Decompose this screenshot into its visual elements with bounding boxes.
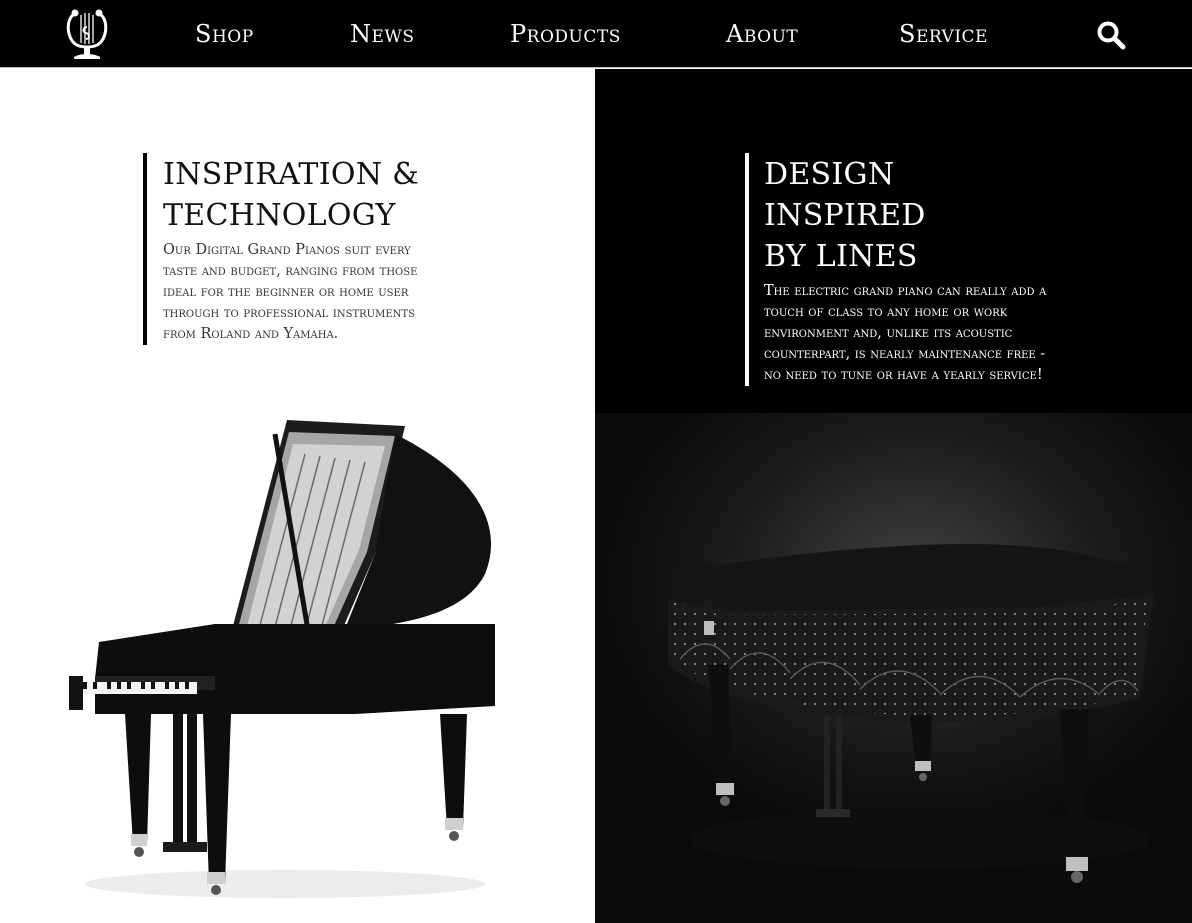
top-navigation: Shop News Products About Service xyxy=(0,0,1192,68)
feature-title-line: BY LINES xyxy=(764,239,918,274)
studded-grand-piano-image xyxy=(668,544,1155,883)
search-icon[interactable] xyxy=(1096,20,1128,50)
feature-title-line: TECHNOLOGY xyxy=(163,198,396,233)
feature-description: The electric grand piano can really add … xyxy=(764,283,1047,383)
feature-block-inspiration: INSPIRATION & TECHNOLOGY Our Digital Gra… xyxy=(143,153,433,345)
lyre-logo-icon[interactable] xyxy=(62,5,112,61)
nav-service[interactable]: Service xyxy=(899,18,988,50)
grand-piano-image xyxy=(69,420,495,898)
feature-block-design: DESIGN INSPIRED BY LINES The electric gr… xyxy=(745,153,1055,386)
feature-title: DESIGN INSPIRED BY LINES xyxy=(764,154,1055,277)
feature-panel-right: DESIGN INSPIRED BY LINES The electric gr… xyxy=(595,69,1192,923)
feature-description: Our Digital Grand Pianos suit every tast… xyxy=(163,242,418,342)
nav-about[interactable]: About xyxy=(726,18,798,50)
feature-title: INSPIRATION & TECHNOLOGY xyxy=(163,154,433,236)
feature-title-line: DESIGN INSPIRED xyxy=(764,157,926,233)
feature-panel-left: INSPIRATION & TECHNOLOGY Our Digital Gra… xyxy=(0,69,595,923)
feature-title-line: INSPIRATION & xyxy=(163,157,420,192)
nav-news[interactable]: News xyxy=(350,18,415,50)
nav-products[interactable]: Products xyxy=(510,18,621,50)
nav-shop[interactable]: Shop xyxy=(195,18,254,50)
